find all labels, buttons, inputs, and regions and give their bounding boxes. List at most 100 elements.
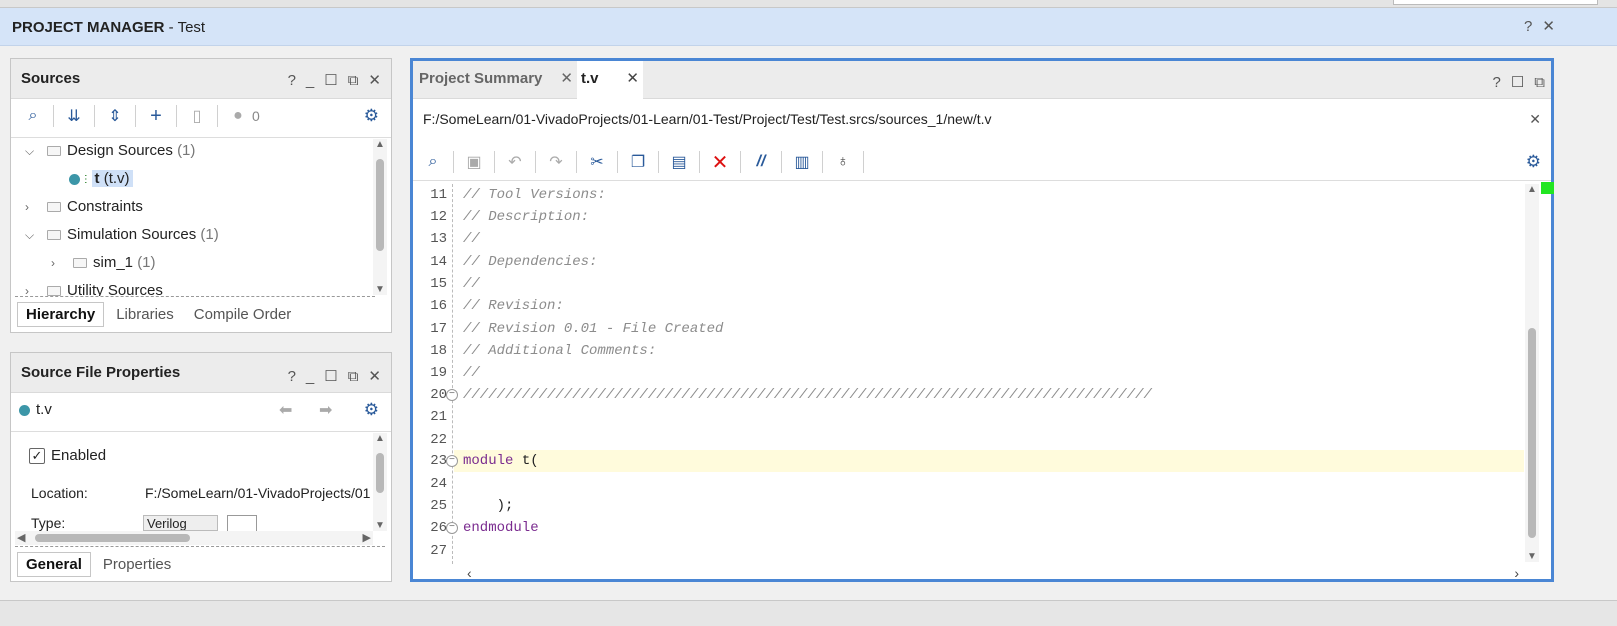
comment-icon[interactable]: //	[747, 149, 775, 175]
project-manager-bar: PROJECT MANAGER - Test ? ✕	[0, 8, 1617, 46]
line-number: 23	[430, 453, 447, 469]
chevron-down-icon[interactable]: ⌵	[25, 222, 39, 248]
code-line[interactable]: // Dependencies:	[463, 251, 597, 273]
tab-project-summary[interactable]: Project Summary ✕	[413, 61, 577, 99]
close-icon[interactable]: ✕	[560, 61, 573, 97]
folder-icon	[47, 202, 61, 213]
tab-compile-order[interactable]: Compile Order	[186, 303, 300, 326]
maximize-icon[interactable]: ☐	[324, 71, 337, 89]
fold-toggle-icon[interactable]: −	[446, 522, 458, 534]
redo-icon[interactable]: ↷	[542, 149, 570, 175]
collapse-all-icon[interactable]: ⇊	[60, 103, 88, 129]
gear-icon[interactable]: ⚙	[364, 400, 379, 420]
close-icon[interactable]: ✕	[368, 71, 381, 89]
line-number: 13	[430, 231, 447, 247]
gear-icon[interactable]: ⚙	[364, 106, 379, 126]
tree-design-sources[interactable]: ⌵ Design Sources (1)	[25, 138, 195, 164]
search-icon[interactable]: ⌕	[19, 103, 47, 129]
line-number: 19	[430, 365, 447, 381]
editor-vscrollbar[interactable]: ▲ ▼	[1525, 184, 1539, 562]
top-search-box[interactable]	[1393, 0, 1598, 5]
line-number: 17	[430, 321, 447, 337]
code-line[interactable]: ////////////////////////////////////////…	[463, 384, 1152, 406]
folder-icon	[47, 230, 61, 241]
code-line[interactable]: // Revision 0.01 - File Created	[463, 318, 723, 340]
tree-simulation-sources[interactable]: ⌵ Simulation Sources (1)	[25, 222, 219, 248]
float-icon[interactable]: ⧉	[348, 368, 359, 385]
gear-icon[interactable]: ⚙	[1526, 152, 1541, 172]
float-icon[interactable]: ⧉	[348, 72, 359, 89]
minimize-icon[interactable]: _	[306, 368, 314, 385]
code-line[interactable]: // Description:	[463, 206, 589, 228]
type-select[interactable]: Verilog	[143, 515, 218, 531]
tree-utility-sources[interactable]: › Utility Sources	[25, 278, 163, 296]
sources-scrollbar[interactable]: ▲ ▼	[373, 139, 387, 295]
help-question-icon[interactable]: ?	[288, 368, 296, 385]
tree-sim-1[interactable]: › sim_1 (1)	[51, 250, 156, 276]
tab-t-v[interactable]: t.v ✕	[577, 61, 643, 100]
line-number: 21	[430, 409, 447, 425]
code-line[interactable]: //	[463, 228, 480, 250]
folder-icon	[73, 258, 87, 269]
maximize-icon[interactable]: ☐	[1511, 73, 1524, 91]
unknown-file-icon[interactable]: ▯	[183, 103, 211, 129]
project-manager-title: PROJECT MANAGER - Test	[12, 19, 206, 36]
chevron-right-icon[interactable]: ›	[25, 194, 39, 220]
code-line[interactable]: //	[463, 362, 480, 384]
lightbulb-icon[interactable]: ♁	[829, 149, 857, 175]
file-dot-icon	[19, 404, 30, 416]
code-line[interactable]: // Revision:	[463, 295, 564, 317]
cut-icon[interactable]: ✂	[583, 149, 611, 175]
code-line[interactable]: );	[463, 495, 514, 517]
help-question-icon[interactable]: ?	[288, 72, 296, 89]
help-question-icon[interactable]: ?	[1524, 18, 1532, 35]
code-line[interactable]: // Tool Versions:	[463, 184, 606, 206]
code-line[interactable]: module t(	[463, 450, 539, 472]
close-icon[interactable]: ✕	[1529, 111, 1541, 128]
properties-file: t.v	[19, 401, 52, 418]
chevron-right-icon[interactable]: ›	[25, 278, 39, 296]
checkmark-icon[interactable]: ✓	[29, 448, 45, 465]
paste-icon[interactable]: ▤	[665, 149, 693, 175]
chevron-down-icon[interactable]: ⌵	[25, 138, 39, 164]
float-icon[interactable]: ⧉	[1534, 74, 1545, 91]
tab-hierarchy[interactable]: Hierarchy	[17, 302, 105, 327]
source-file-properties-panel: Source File Properties ? _ ☐ ⧉ ✕ t.v ⬅ ➡…	[10, 352, 392, 582]
code-line[interactable]: endmodule	[463, 517, 539, 539]
save-icon[interactable]: ▣	[460, 149, 488, 175]
delete-icon[interactable]: ✕	[706, 149, 734, 175]
code-line[interactable]: // Additional Comments:	[463, 340, 656, 362]
code-line[interactable]: //	[463, 273, 480, 295]
tree-constraints[interactable]: › Constraints	[25, 194, 143, 220]
tab-general[interactable]: General	[17, 552, 91, 577]
maximize-icon[interactable]: ☐	[324, 367, 337, 385]
properties-hscrollbar[interactable]: ◀ ▶	[15, 531, 373, 545]
type-browse-button[interactable]	[227, 515, 257, 531]
help-question-icon[interactable]: ?	[1492, 74, 1500, 91]
forward-arrow-icon[interactable]: ➡	[319, 400, 332, 420]
fold-toggle-icon[interactable]: −	[446, 455, 458, 467]
expand-all-icon[interactable]: ⇕	[101, 103, 129, 129]
close-icon[interactable]: ✕	[626, 61, 639, 97]
tab-libraries[interactable]: Libraries	[108, 303, 182, 326]
column-select-icon[interactable]: ▥	[788, 149, 816, 175]
search-icon[interactable]: ⌕	[419, 149, 447, 175]
editor-hscrollbar[interactable]: ‹ ›	[463, 565, 1523, 581]
sources-title: Sources	[21, 70, 81, 87]
fold-toggle-icon[interactable]: −	[446, 389, 458, 401]
undo-icon[interactable]: ↶	[501, 149, 529, 175]
properties-scrollbar[interactable]: ▲ ▼	[373, 433, 387, 531]
enabled-checkbox[interactable]: ✓ Enabled	[29, 447, 106, 465]
minimize-icon[interactable]: _	[306, 72, 314, 89]
back-arrow-icon[interactable]: ⬅	[279, 400, 292, 420]
tab-properties[interactable]: Properties	[95, 553, 179, 576]
line-number: 27	[430, 543, 447, 559]
code-editor-window: Project Summary ✕ t.v ✕ ? ☐ ⧉ F:/SomeLea…	[410, 58, 1554, 582]
add-sources-icon[interactable]: +	[142, 103, 170, 129]
code-area[interactable]: 11 // Tool Versions: 12 // Description: …	[413, 184, 1524, 564]
close-icon[interactable]: ✕	[1542, 17, 1555, 35]
tree-file-t[interactable]: ⵗt (t.v)	[69, 166, 133, 192]
copy-icon[interactable]: ❐	[624, 149, 652, 175]
close-icon[interactable]: ✕	[368, 367, 381, 385]
chevron-right-icon[interactable]: ›	[51, 250, 65, 276]
